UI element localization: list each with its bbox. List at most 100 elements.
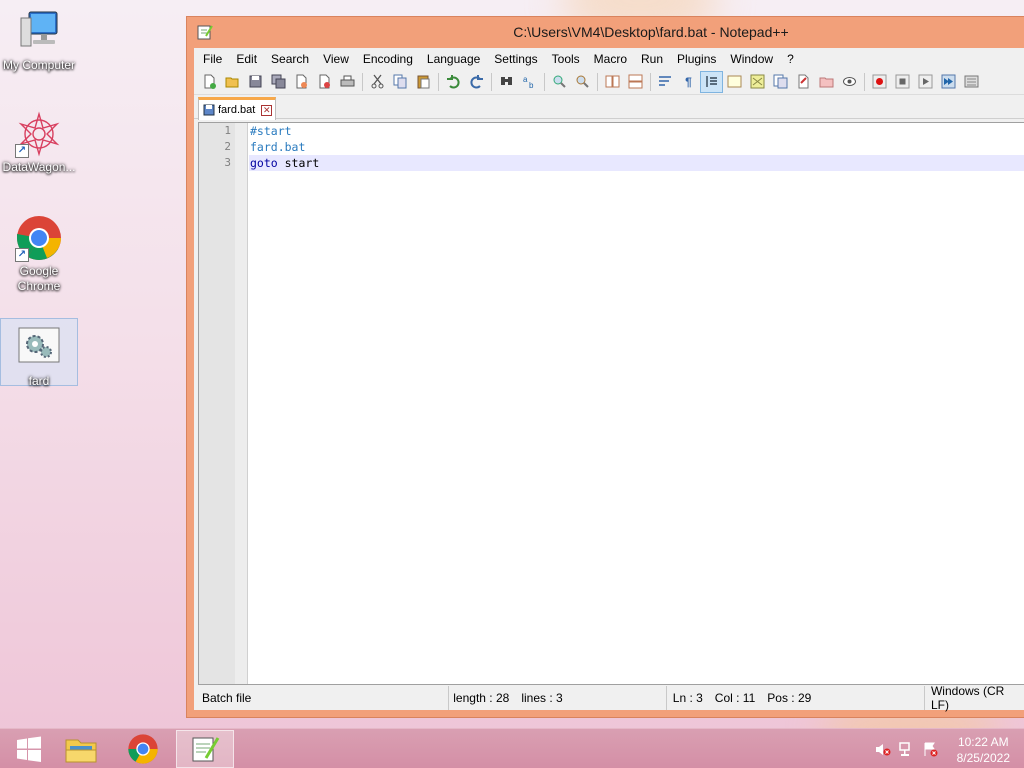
file-saved-icon — [203, 104, 215, 116]
chrome-icon: ↗ — [15, 214, 63, 262]
menu-tools[interactable]: Tools — [545, 52, 587, 66]
title-bar[interactable]: C:\Users\VM4\Desktop\fard.bat - Notepad+… — [187, 17, 1024, 48]
shortcut-arrow-icon: ↗ — [15, 144, 29, 158]
doc-map-icon[interactable] — [746, 71, 769, 93]
copy-icon[interactable] — [389, 71, 412, 93]
computer-icon — [15, 8, 63, 56]
status-language: Batch file — [198, 686, 450, 710]
cut-icon[interactable] — [366, 71, 389, 93]
show-all-characters-icon[interactable]: ¶ — [677, 71, 700, 93]
close-all-icon[interactable] — [313, 71, 336, 93]
code-command: fard.bat — [250, 140, 306, 154]
window-title: C:\Users\VM4\Desktop\fard.bat - Notepad+… — [513, 24, 789, 40]
status-length-lines: length : 28 lines : 3 — [449, 686, 667, 710]
notepadpp-icon — [192, 737, 220, 762]
run-macro-multiple-icon[interactable] — [937, 71, 960, 93]
tab-bar: fard.bat ✕ — [194, 95, 1024, 120]
clock-date: 8/25/2022 — [956, 751, 1010, 765]
file-explorer-button[interactable] — [52, 730, 110, 768]
desktop-icon-label: My Computer — [2, 58, 76, 72]
save-all-icon[interactable] — [267, 71, 290, 93]
folder-as-workspace-icon[interactable] — [792, 71, 815, 93]
menu-language[interactable]: Language — [420, 52, 487, 66]
undo-icon[interactable] — [442, 71, 465, 93]
function-list-icon[interactable] — [769, 71, 792, 93]
start-button[interactable] — [0, 730, 58, 768]
windows-logo-icon — [17, 736, 41, 762]
sync-horizontal-icon[interactable] — [624, 71, 647, 93]
menu-help[interactable]: ? — [780, 52, 801, 66]
redo-icon[interactable] — [465, 71, 488, 93]
file-explorer-icon — [65, 739, 97, 763]
status-bar: Batch file length : 28 lines : 3 Ln : 3 … — [198, 684, 1024, 712]
sync-vertical-icon[interactable] — [601, 71, 624, 93]
code-keyword: goto — [250, 156, 278, 170]
zoom-out-icon[interactable] — [571, 71, 594, 93]
print-icon[interactable] — [336, 71, 359, 93]
chrome-taskbar-button[interactable] — [114, 730, 172, 768]
status-pos: Pos : 29 — [767, 691, 812, 705]
svg-text:a: a — [523, 75, 528, 84]
menu-bar: File Edit Search View Encoding Language … — [194, 48, 1024, 69]
tab-fard-bat[interactable]: fard.bat ✕ — [198, 97, 276, 120]
desktop-icon-label: Google Chrome — [17, 264, 61, 293]
user-defined-language-icon[interactable] — [723, 71, 746, 93]
menu-run[interactable]: Run — [634, 52, 670, 66]
menu-macro[interactable]: Macro — [587, 52, 634, 66]
find-icon[interactable] — [495, 71, 518, 93]
menu-encoding[interactable]: Encoding — [356, 52, 420, 66]
window-client: File Edit Search View Encoding Language … — [194, 48, 1024, 712]
replace-icon[interactable]: ab — [518, 71, 541, 93]
fold-margin[interactable] — [235, 123, 247, 684]
tab-label: fard.bat — [218, 104, 256, 116]
code-text-span: start — [277, 156, 320, 170]
code-line[interactable]: #start — [249, 123, 1024, 139]
stop-macro-icon[interactable] — [891, 71, 914, 93]
menu-edit[interactable]: Edit — [229, 52, 264, 66]
indent-guide-icon[interactable] — [700, 70, 723, 93]
menu-plugins[interactable]: Plugins — [670, 52, 723, 66]
action-center-flag-icon[interactable] — [922, 741, 939, 758]
save-macro-icon[interactable] — [960, 71, 983, 93]
play-macro-icon[interactable] — [914, 71, 937, 93]
desktop-icon-label: DataWagon... — [2, 160, 76, 174]
datawagon-logo-icon: ↗ — [15, 110, 63, 158]
menu-file[interactable]: File — [196, 52, 229, 66]
notepadpp-taskbar-button[interactable] — [176, 730, 234, 768]
menu-view[interactable]: View — [316, 52, 356, 66]
close-file-icon[interactable] — [290, 71, 313, 93]
shortcut-arrow-icon: ↗ — [15, 248, 29, 262]
menu-search[interactable]: Search — [264, 52, 316, 66]
desktop-icon-fard[interactable]: fard — [0, 318, 78, 388]
editor-area[interactable]: 1 2 3 #start fard.bat goto start — [198, 122, 1024, 685]
paste-icon[interactable] — [412, 71, 435, 93]
word-wrap-icon[interactable] — [654, 71, 677, 93]
code-text[interactable]: #start fard.bat goto start — [249, 123, 1024, 171]
menu-settings[interactable]: Settings — [487, 52, 544, 66]
volume-muted-icon[interactable] — [874, 741, 891, 758]
tab-close-icon[interactable]: ✕ — [261, 104, 273, 116]
svg-text:b: b — [529, 81, 534, 89]
clock-time: 10:22 AM — [957, 735, 1009, 749]
save-icon[interactable] — [244, 71, 267, 93]
desktop-icon-my-computer[interactable]: My Computer — [0, 8, 78, 73]
system-clock[interactable]: 10:22 AM 8/25/2022 — [957, 734, 1010, 766]
open-folder-icon[interactable] — [221, 71, 244, 93]
line-number-gutter: 1 2 3 — [199, 123, 248, 684]
desktop-icon-datawagon[interactable]: ↗ DataWagon... — [0, 110, 78, 175]
code-line[interactable]: fard.bat — [249, 139, 1024, 155]
status-lines: lines : 3 — [521, 691, 563, 705]
new-file-icon[interactable] — [198, 71, 221, 93]
notepadpp-window[interactable]: C:\Users\VM4\Desktop\fard.bat - Notepad+… — [186, 16, 1024, 718]
network-icon[interactable] — [898, 741, 915, 758]
status-eol: Windows (CR LF) — [930, 684, 1005, 712]
record-macro-icon[interactable] — [868, 71, 891, 93]
monitoring-eye-icon[interactable] — [838, 71, 861, 93]
zoom-in-icon[interactable] — [548, 71, 571, 93]
folder-icon[interactable] — [815, 71, 838, 93]
status-length: length : 28 — [453, 691, 510, 705]
desktop-icon-google-chrome[interactable]: ↗ Google Chrome — [0, 214, 78, 294]
desktop-icon-label: fard — [28, 374, 50, 388]
menu-window[interactable]: Window — [723, 52, 780, 66]
code-line-current[interactable]: goto start — [249, 155, 1024, 171]
